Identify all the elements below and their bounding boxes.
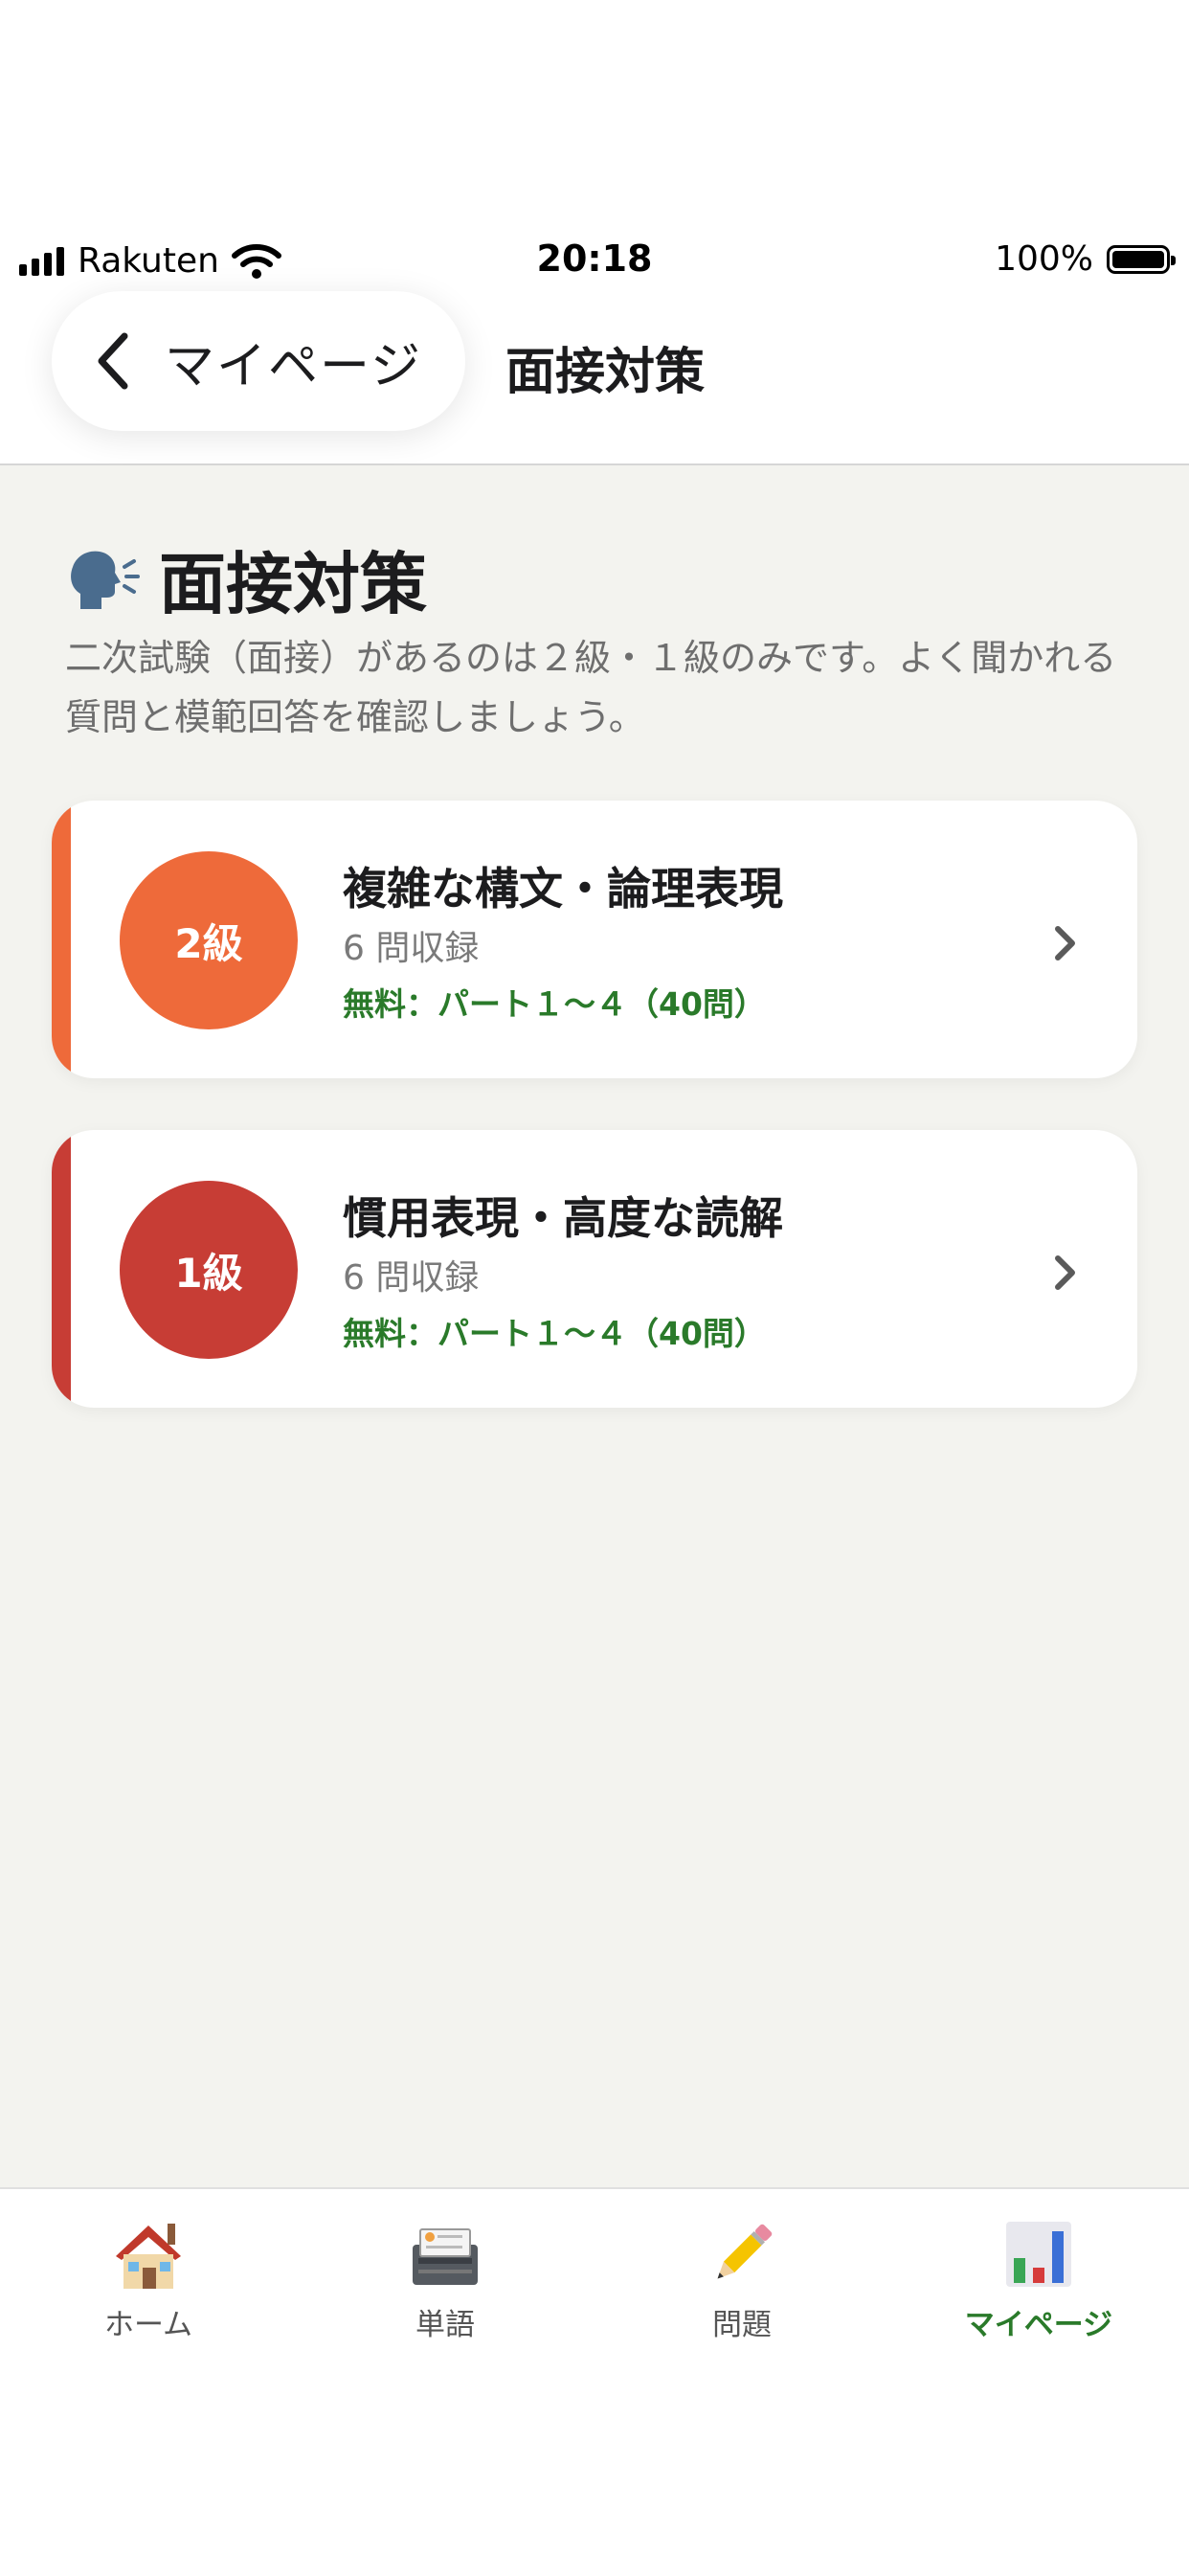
question-count: 6 問収録 [343,929,480,968]
back-button[interactable]: マイページ [52,291,465,431]
chevron-left-icon [98,332,128,390]
main-content: 面接対策 二次試験（面接）があるのは２級・１級のみです。よく聞かれる質問と模範回… [0,465,1189,2187]
speaking-head-icon [71,551,140,609]
grade-badge: 1級 [120,1181,298,1359]
card-title: 複雑な構文・論理表現 [343,863,783,915]
status-bar: Rakuten 20:18 100% [0,230,1189,291]
grade-badge: 2級 [120,851,298,1029]
tab-home[interactable]: ホーム [0,2216,297,2343]
chevron-right-icon [1055,1255,1075,1290]
tab-bar: ホーム 単語 問題 マイページ [0,2187,1189,2576]
card-index-icon [413,2228,478,2285]
status-right: 100% [995,239,1176,279]
tab-label: マイページ [964,2308,1113,2342]
page-heading: 面接対策 [67,531,427,627]
question-count: 6 問収録 [343,1258,480,1298]
grade-1-card[interactable]: 1級 慣用表現・高度な読解 6 問収録 無料：パート１〜４（40問） [52,1130,1137,1408]
tab-mypage[interactable]: マイページ [890,2216,1187,2343]
tab-label: ホーム [103,2308,193,2342]
free-range-label: 無料：パート１〜４（40問） [343,1315,766,1352]
battery-percentage: 100% [995,239,1093,279]
grade-2-card[interactable]: 2級 複雑な構文・論理表現 6 問収録 無料：パート１〜４（40問） [52,801,1137,1078]
card-title: 慣用表現・高度な読解 [343,1192,783,1244]
card-accent-bar [52,1130,71,1408]
tab-label: 単語 [415,2308,475,2342]
card-accent-bar [52,801,71,1078]
battery-icon [1107,244,1176,274]
pencil-icon [717,2224,773,2279]
back-button-label: マイページ [165,337,422,395]
tab-questions[interactable]: 問題 [594,2216,890,2343]
top-blank-area [0,0,1189,230]
free-range-label: 無料：パート１〜４（40問） [343,985,766,1023]
nav-title: 面接対策 [505,344,706,401]
navigation-bar: マイページ 面接対策 [0,291,1189,465]
tab-vocabulary[interactable]: 単語 [297,2216,594,2343]
tab-label: 問題 [712,2308,772,2342]
page-description: 二次試験（面接）があるのは２級・１級のみです。よく聞かれる質問と模範回答を確認し… [65,637,1117,738]
bar-chart-icon [1006,2222,1071,2287]
chevron-right-icon [1055,926,1075,960]
house-icon [116,2224,181,2289]
page-title: 面接対策 [159,545,427,623]
